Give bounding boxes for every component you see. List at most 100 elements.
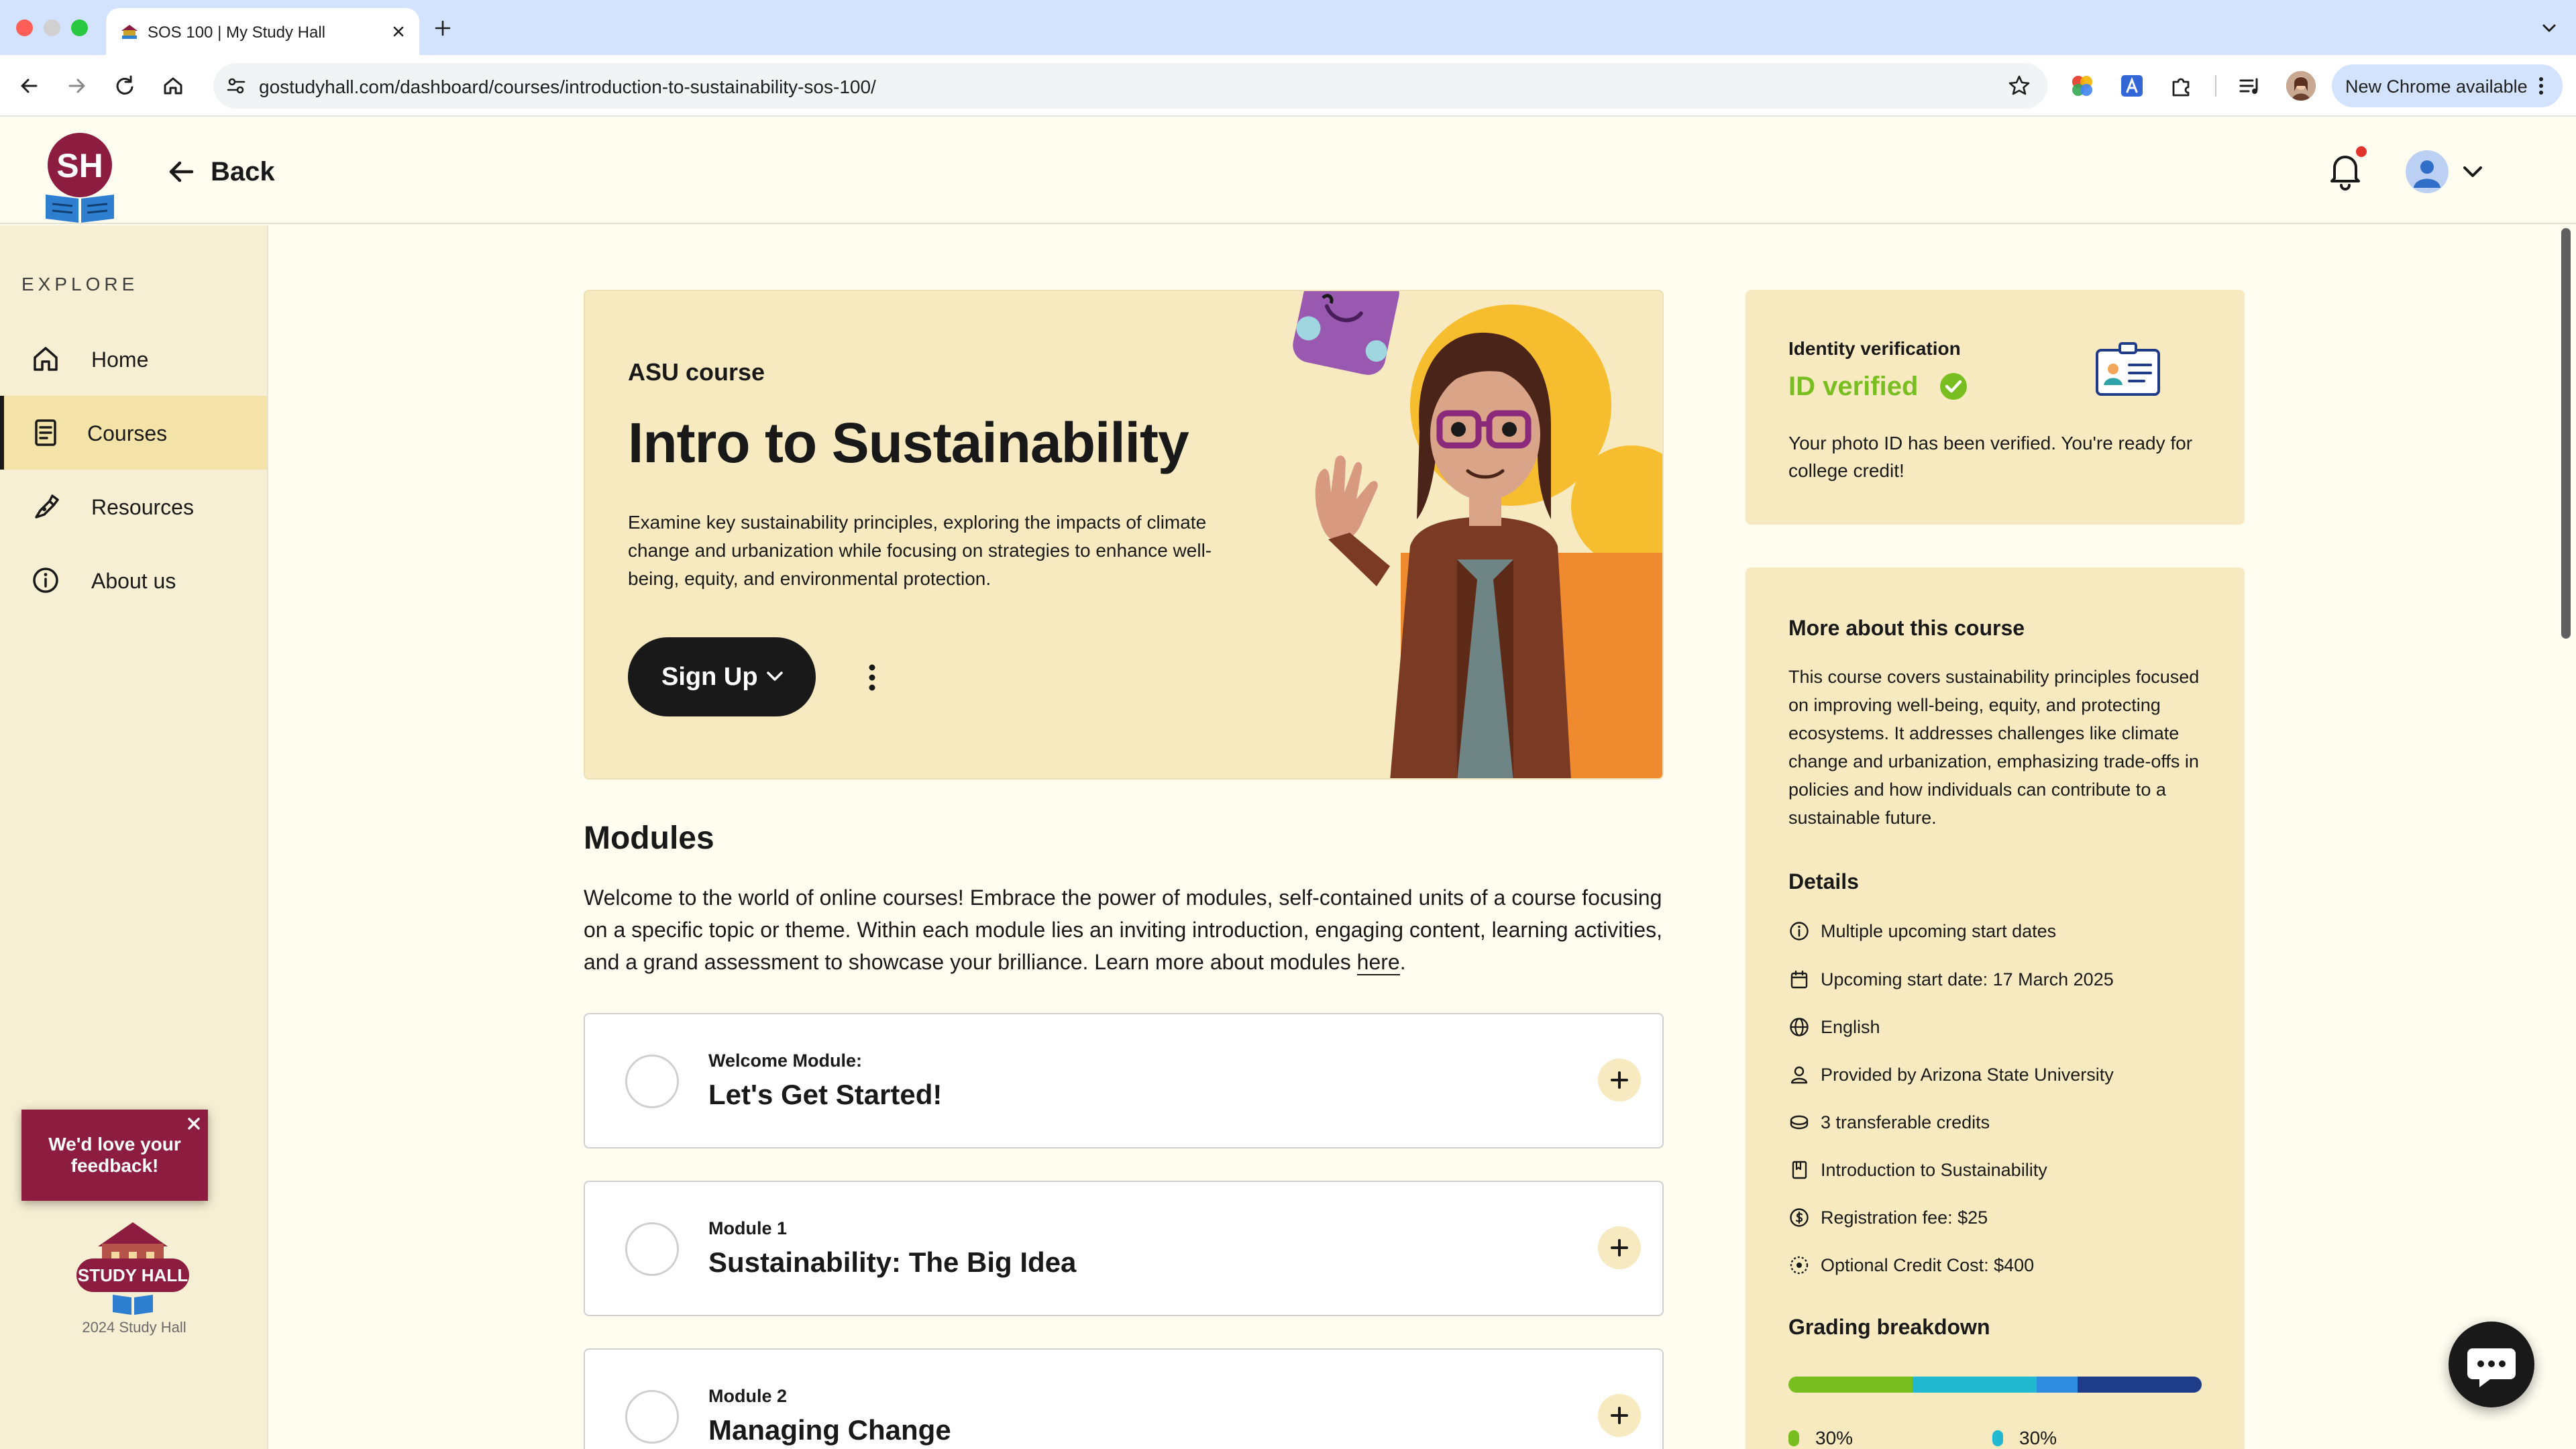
dollar-icon: [1790, 1208, 1809, 1227]
module-card-1[interactable]: Module 1 Sustainability: The Big Idea: [584, 1181, 1664, 1316]
more-options-icon[interactable]: [859, 661, 885, 694]
window-minimize-button[interactable]: [44, 19, 60, 36]
module-progress-circle: [625, 1222, 679, 1276]
detail-text: Introduction to Sustainability: [1821, 1159, 2047, 1180]
extensions-puzzle-icon[interactable]: [2167, 71, 2196, 101]
modules-intro-text: Welcome to the world of online courses! …: [584, 885, 1663, 974]
tab-title: SOS 100 | My Study Hall: [148, 23, 326, 42]
close-icon[interactable]: [184, 1114, 204, 1134]
grading-segment: [1912, 1377, 2037, 1393]
legend-swatch: [1992, 1430, 2003, 1446]
detail-text: 3 transferable credits: [1821, 1112, 1990, 1132]
module-kicker: Module 1: [708, 1218, 788, 1238]
site-settings-icon[interactable]: [224, 74, 248, 98]
window-maximize-button[interactable]: [71, 19, 88, 36]
detail-text: Provided by Arizona State University: [1821, 1064, 2114, 1085]
id-card-icon: [2096, 342, 2160, 396]
module-card-welcome[interactable]: Welcome Module: Let's Get Started!: [584, 1013, 1664, 1148]
browser-profile-avatar[interactable]: [2286, 71, 2316, 101]
grading-breakdown-bar: [1788, 1377, 2202, 1393]
legend-swatch: [1788, 1430, 1799, 1446]
module-title: Managing Change: [708, 1414, 951, 1446]
reload-icon[interactable]: [110, 71, 140, 101]
grading-segment: [2078, 1377, 2202, 1393]
detail-start-dates: Multiple upcoming start dates: [1788, 918, 2056, 945]
sidebar-item-resources[interactable]: Resources: [0, 470, 267, 543]
sidebar-section-label: EXPLORE: [21, 274, 139, 294]
detail-language: English: [1788, 1014, 1880, 1040]
chevron-down-icon: [767, 672, 783, 681]
study-hall-logo[interactable]: SH: [43, 131, 117, 223]
detail-provider: Provided by Arizona State University: [1788, 1061, 2114, 1088]
copyright-text: 2024 Study Hall: [82, 1319, 186, 1336]
forward-arrow-icon[interactable]: [62, 71, 91, 101]
chat-bubble-icon: [2467, 1348, 2516, 1387]
page-scrollbar-thumb[interactable]: [2561, 228, 2571, 639]
detail-credits: 3 transferable credits: [1788, 1109, 1990, 1136]
study-hall-favicon-icon: [121, 25, 138, 39]
sidebar-item-about-us[interactable]: About us: [0, 543, 267, 617]
detail-text: Multiple upcoming start dates: [1821, 920, 2057, 941]
url-text: gostudyhall.com/dashboard/courses/introd…: [259, 76, 876, 97]
window-close-button[interactable]: [16, 19, 33, 36]
translate-extension-icon[interactable]: [2117, 71, 2147, 101]
browser-tab[interactable]: SOS 100 | My Study Hall: [106, 8, 419, 55]
verified-check-icon: [1940, 373, 1967, 400]
detail-text: Upcoming start date: 17 March 2025: [1821, 969, 2114, 989]
sign-up-button[interactable]: Sign Up: [628, 637, 816, 716]
grading-legend-item: 30%: [1788, 1428, 1853, 1449]
course-title: Intro to Sustainability: [628, 411, 1189, 474]
module-kicker: Module 2: [708, 1386, 788, 1406]
media-playlist-icon[interactable]: [2235, 71, 2265, 101]
expand-module-button[interactable]: [1598, 1226, 1641, 1269]
module-kicker: Welcome Module:: [708, 1051, 863, 1071]
address-bar[interactable]: gostudyhall.com/dashboard/courses/introd…: [213, 63, 2047, 109]
home-button-icon[interactable]: [158, 71, 188, 101]
sidebar-item-home[interactable]: Home: [0, 322, 267, 396]
notification-dot: [2356, 146, 2367, 157]
module-card-2[interactable]: Module 2 Managing Change: [584, 1348, 1664, 1449]
browser-menu-icon[interactable]: [2529, 74, 2553, 98]
chat-support-button[interactable]: [2449, 1322, 2534, 1407]
detail-registration-fee: Registration fee: $25: [1788, 1204, 1988, 1231]
identity-verification-card: Identity verification ID verified Your p…: [1746, 290, 2245, 525]
credits-icon: [1790, 1115, 1809, 1130]
grading-segment: [1788, 1377, 1913, 1393]
book-icon: [1792, 1161, 1807, 1179]
sign-up-label: Sign Up: [661, 663, 758, 691]
home-icon: [34, 347, 58, 371]
back-arrow-icon: [169, 161, 194, 182]
color-extension-icon[interactable]: [2068, 71, 2097, 101]
new-tab-icon[interactable]: [429, 15, 456, 42]
details-heading: Details: [1788, 869, 1859, 894]
detail-upcoming-start: Upcoming start date: 17 March 2025: [1788, 966, 2114, 993]
id-verified-status: ID verified: [1788, 372, 1919, 401]
sidebar-item-label: Courses: [87, 421, 168, 445]
person-icon: [1790, 1066, 1808, 1084]
sidebar: EXPLORE Home Courses Resources About us: [0, 225, 268, 1449]
sidebar-item-label: Home: [91, 347, 149, 372]
course-info-card: More about this course This course cover…: [1746, 568, 2245, 1449]
legend-percent: 30%: [2019, 1428, 2057, 1448]
sidebar-item-label: Resources: [91, 495, 194, 519]
profile-photo-icon: [2286, 71, 2316, 101]
expand-module-button[interactable]: [1598, 1394, 1641, 1437]
modules-learn-more-link[interactable]: here: [1356, 950, 1400, 975]
courses-icon: [35, 419, 56, 446]
hero-illustration: [1293, 291, 1662, 778]
study-hall-footer-logo: STUDY HALL: [76, 1222, 189, 1315]
bookmark-star-icon[interactable]: [2006, 72, 2033, 99]
feedback-popup[interactable]: We'd love your feedback!: [21, 1110, 208, 1201]
sidebar-item-courses[interactable]: Courses: [0, 396, 267, 470]
resources-icon: [35, 494, 59, 519]
module-progress-circle: [625, 1390, 679, 1444]
detail-course-name: Introduction to Sustainability: [1788, 1157, 2047, 1183]
new-chrome-available-button[interactable]: New Chrome available: [2332, 64, 2563, 107]
new-chrome-label: New Chrome available: [2345, 76, 2528, 97]
back-link[interactable]: Back: [166, 153, 275, 191]
expand-module-button[interactable]: [1598, 1059, 1641, 1102]
back-arrow-icon[interactable]: [15, 71, 44, 101]
tab-close-icon[interactable]: [387, 20, 410, 43]
tab-search-chevron-icon[interactable]: [2536, 15, 2563, 42]
user-menu[interactable]: [2406, 150, 2485, 193]
